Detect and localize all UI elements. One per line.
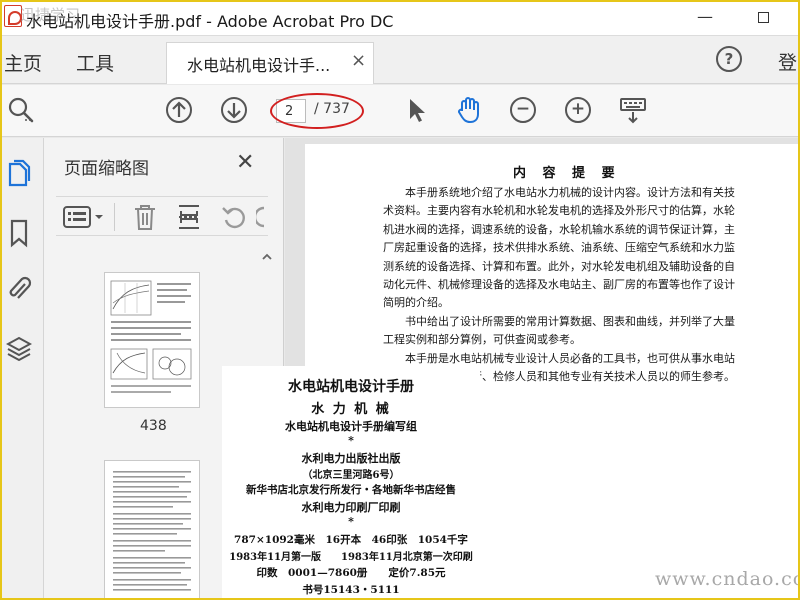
tab-document[interactable]: 水电站机电设计手... ×	[166, 42, 374, 84]
watermark-bottom-right: www.cndao.com	[655, 568, 800, 590]
tool-separator	[114, 203, 115, 231]
plus-circle-icon[interactable]: +	[565, 97, 591, 123]
magnifier-icon[interactable]	[6, 95, 36, 125]
separator-star: *	[348, 434, 354, 447]
trash-icon[interactable]	[132, 203, 158, 231]
maximize-icon	[757, 12, 769, 23]
book-distribution: 新华书店北京发行所发行・各地新华书店经售	[246, 484, 456, 496]
tab-bar: 主页 工具 水电站机电设计手... × ? 登	[0, 36, 800, 84]
help-icon[interactable]: ?	[716, 46, 742, 72]
hand-icon[interactable]	[454, 95, 484, 125]
watermark-top-left: 迅捷学习	[20, 6, 81, 24]
arrow-down-circle-icon[interactable]	[219, 95, 249, 125]
book-printer: 水利电力印刷厂印刷	[301, 501, 401, 514]
layers-icon[interactable]	[6, 334, 32, 364]
bookmark-icon[interactable]	[6, 218, 32, 248]
thumbnail-page-next[interactable]	[104, 460, 200, 600]
minimize-button[interactable]: —	[690, 6, 720, 30]
options-menu-icon[interactable]	[62, 205, 106, 229]
sign-in-button[interactable]: 登	[778, 48, 797, 75]
overlay-page-copyright: 水电站机电设计手册 水 力 机 械 水电站机电设计手册编写组 * 水利电力出版社…	[222, 366, 480, 600]
book-specs: 787×1092毫米 16开本 46印张 1054千字	[234, 534, 468, 546]
thumbnail-tools	[56, 196, 268, 236]
tab-tools[interactable]: 工具	[76, 49, 114, 76]
tab-home[interactable]: 主页	[4, 49, 42, 76]
panel-title: 页面缩略图	[64, 159, 149, 179]
page-heading: 内 容 提 要	[513, 166, 621, 181]
book-number: 书号15143・5111	[302, 584, 400, 596]
maximize-button[interactable]	[748, 6, 778, 30]
book-edition: 1983年11月第一版 1983年11月北京第一次印刷	[229, 552, 473, 563]
insert-page-icon[interactable]	[176, 203, 202, 231]
thumbnail-page-number: 438	[140, 418, 167, 434]
cursor-arrow-icon[interactable]	[402, 95, 432, 125]
book-subtitle: 水 力 机 械	[311, 402, 391, 417]
paragraph: 书中给出了设计所需要的常用计算数据、图表和曲线，并列举了大量工程实例和部分算例，…	[383, 314, 735, 347]
attachment-icon[interactable]	[6, 274, 32, 304]
separator-star: *	[348, 515, 354, 528]
scroll-up-icon[interactable]	[260, 250, 274, 264]
book-publisher: 水利电力出版社出版	[301, 452, 401, 465]
close-tab-button[interactable]: ×	[351, 50, 366, 71]
window-title: 水电站机电设计手册.pdf - Adobe Acrobat Pro DC	[26, 12, 394, 31]
pages-icon[interactable]	[6, 158, 32, 188]
page-body-text: 本手册系统地介绍了水电站水力机械的设计内容。设计方法和有关技术资料。主要内容有水…	[383, 184, 735, 386]
close-panel-button[interactable]: ✕	[236, 150, 254, 175]
arrow-up-circle-icon[interactable]	[164, 95, 194, 125]
title-bar: 水电站机电设计手册.pdf - Adobe Acrobat Pro DC —	[0, 0, 800, 36]
book-editor: 水电站机电设计手册编写组	[285, 420, 417, 433]
rotate-counterclockwise-icon[interactable]	[220, 203, 248, 231]
minus-circle-icon[interactable]: −	[510, 97, 536, 123]
thumbnail-text-graphic	[113, 471, 191, 591]
paragraph: 本手册系统地介绍了水电站水力机械的设计内容。设计方法和有关技术资料。主要内容有水…	[383, 186, 735, 310]
highlight-ellipse	[270, 93, 364, 129]
main-toolbar: / 737 − +	[0, 85, 800, 137]
keyboard-icon[interactable]	[618, 95, 648, 125]
document-tab-label: 水电站机电设计手...	[187, 56, 331, 75]
left-navigation-rail	[0, 138, 44, 600]
thumbnail-page-438[interactable]	[104, 272, 200, 408]
book-title: 水电站机电设计手册	[288, 379, 414, 395]
publisher-address: （北京三里河路6号）	[302, 470, 400, 481]
book-print-run: 印数 0001—7860册 定价7.85元	[256, 567, 446, 579]
rotate-clockwise-icon-partial[interactable]	[256, 203, 268, 231]
thumbnail-content-graphic	[110, 280, 192, 393]
